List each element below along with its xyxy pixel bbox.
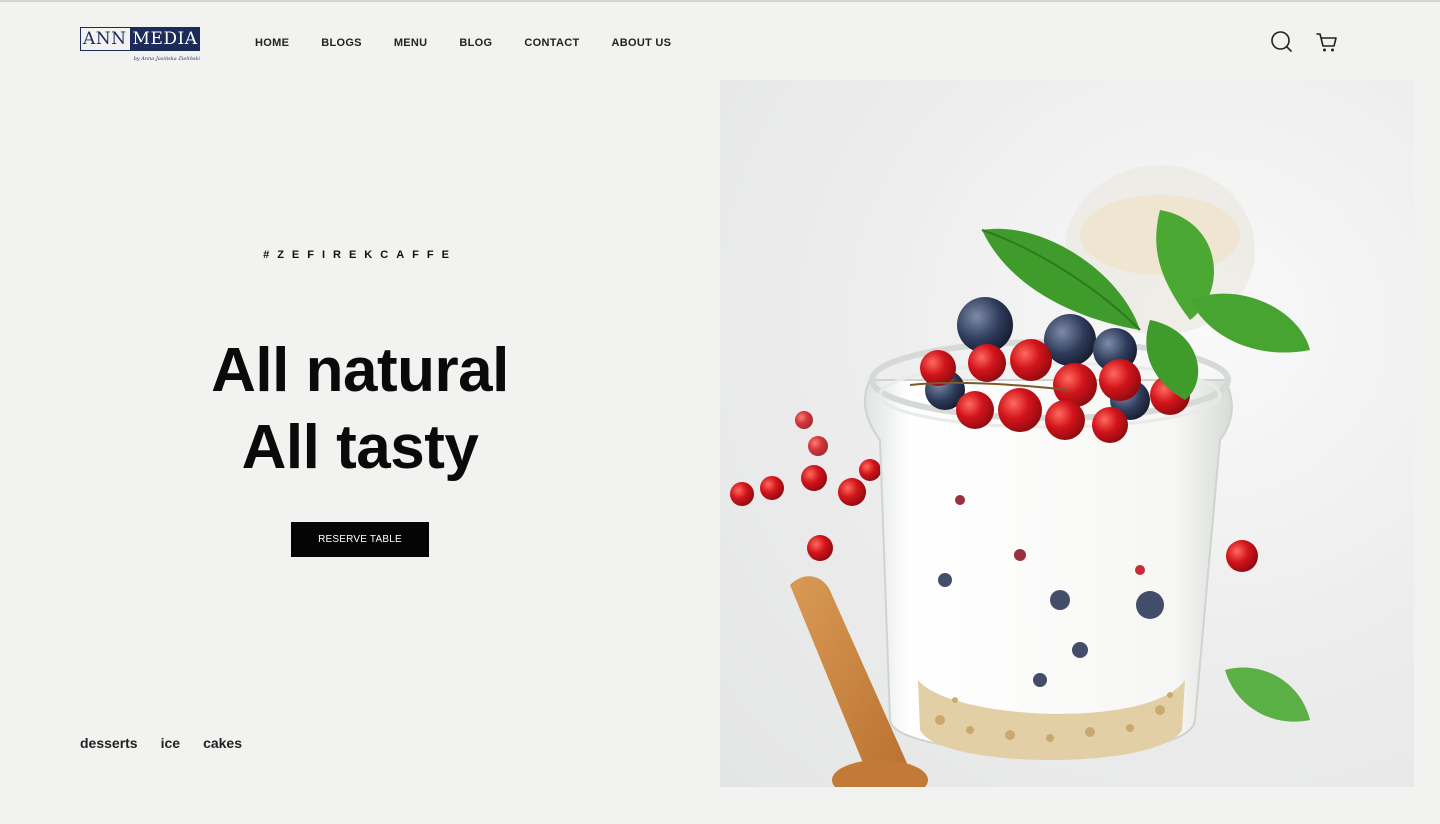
logo-media-text: MEDIA xyxy=(129,28,199,50)
nav-about-us[interactable]: ABOUT US xyxy=(611,35,671,51)
page: ANN MEDIA by Anna Jasińska Zieliński HOM… xyxy=(0,0,1440,824)
nav-blogs[interactable]: BLOGS xyxy=(321,35,362,51)
nav-home[interactable]: HOME xyxy=(255,35,289,51)
main-nav: HOME BLOGS MENU BLOG CONTACT ABOUT US xyxy=(255,35,703,51)
hero-hashtag: #ZEFIREKCAFFE xyxy=(263,249,457,261)
logo[interactable]: ANN MEDIA by Anna Jasińska Zieliński xyxy=(80,27,200,67)
nav-blog[interactable]: BLOG xyxy=(459,35,492,51)
tag-desserts[interactable]: desserts xyxy=(80,735,138,751)
tag-ice[interactable]: ice xyxy=(161,735,180,751)
nav-contact[interactable]: CONTACT xyxy=(524,35,579,51)
nav-menu[interactable]: MENU xyxy=(394,35,428,51)
category-tags: desserts ice cakes xyxy=(80,735,265,751)
logo-tagline: by Anna Jasińska Zieliński xyxy=(133,56,200,62)
reserve-table-button[interactable]: RESERVE TABLE xyxy=(291,522,429,557)
logo-wordmark: ANN MEDIA xyxy=(80,27,200,51)
tag-cakes[interactable]: cakes xyxy=(203,735,242,751)
hero-headline: All natural All tasty xyxy=(0,332,720,486)
parfait-illustration xyxy=(730,165,1310,787)
headline-line-1: All natural xyxy=(211,336,509,405)
headline-line-2: All tasty xyxy=(241,413,479,482)
search-icon[interactable] xyxy=(1270,30,1294,54)
logo-ann-text: ANN xyxy=(81,28,130,50)
hero-image xyxy=(720,80,1414,787)
cart-icon[interactable] xyxy=(1315,30,1339,54)
